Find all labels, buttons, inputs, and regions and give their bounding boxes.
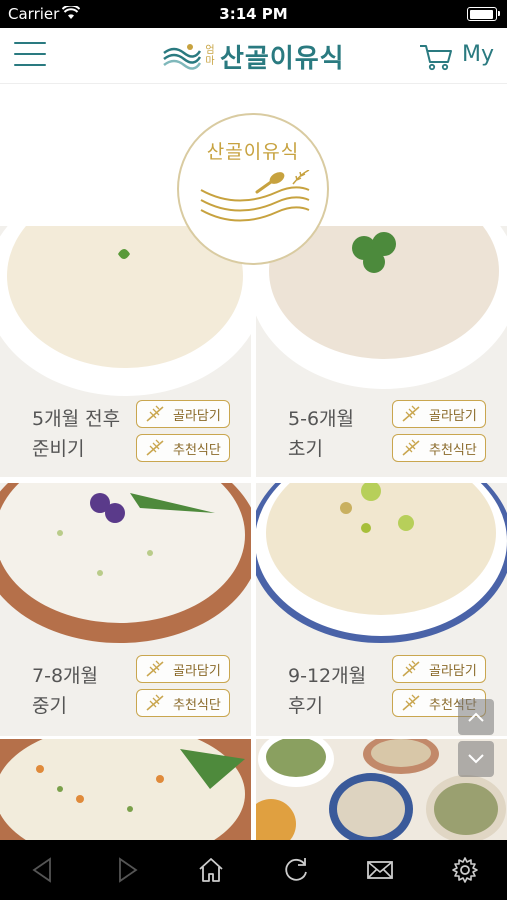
stage-card-middle[interactable]: 7-8개월 중기 골라담기 추천식단: [0, 483, 251, 736]
refresh-icon[interactable]: [281, 855, 311, 885]
recommended-menu-button[interactable]: 추천식단: [392, 434, 486, 462]
back-arrow-icon[interactable]: [28, 855, 58, 885]
pick-items-button[interactable]: 골라담기: [136, 400, 230, 428]
settings-icon[interactable]: [450, 855, 480, 885]
pick-items-button[interactable]: 골라담기: [392, 400, 486, 428]
brand-small-text: 엄마: [205, 45, 215, 67]
recommended-menu-button[interactable]: 추천식단: [136, 434, 230, 462]
age-label: 7-8개월: [32, 665, 98, 687]
mail-icon[interactable]: [365, 855, 395, 885]
age-label: 5-6개월: [288, 408, 354, 430]
rice-dish-photo: [0, 739, 251, 840]
home-icon[interactable]: [196, 855, 226, 885]
scroll-up-button[interactable]: [458, 699, 494, 735]
forward-arrow-icon[interactable]: [112, 855, 142, 885]
wheat-icon: [146, 439, 164, 456]
my-page-button[interactable]: My: [462, 42, 494, 67]
chevron-up-icon: [468, 712, 484, 722]
brand-waves-icon: [163, 44, 202, 70]
pick-items-button[interactable]: 골라담기: [392, 655, 486, 683]
wheat-icon: [402, 439, 420, 456]
stage-label: 준비기: [32, 438, 85, 460]
stage-label: 초기: [288, 438, 323, 460]
wheat-icon: [402, 405, 420, 422]
bottom-toolbar: [0, 840, 507, 900]
stage-label: 후기: [288, 695, 323, 717]
age-label: 5개월 전후: [32, 408, 121, 430]
brand-name: 산골이유식: [220, 43, 345, 74]
pick-items-button[interactable]: 골라담기: [136, 655, 230, 683]
wheat-icon: [402, 660, 420, 677]
cart-icon[interactable]: [418, 42, 454, 72]
chevron-down-icon: [468, 754, 484, 764]
brand-logo[interactable]: 엄마 산골이유식: [162, 38, 345, 74]
stage-card-prep[interactable]: 5개월 전후 준비기 골라담기 추천식단: [0, 226, 251, 477]
center-logo-badge: 산골이유식: [177, 113, 329, 265]
stage-label: 중기: [32, 695, 67, 717]
scroll-down-button[interactable]: [458, 741, 494, 777]
main-content: 산골이유식 5개월 전후 준비기 골라담기 추천식단 5-6개월 초기 골라담기…: [0, 85, 507, 840]
wheat-icon: [146, 405, 164, 422]
wheat-icon: [146, 660, 164, 677]
age-label: 9-12개월: [288, 665, 367, 687]
hamburger-menu-button[interactable]: [14, 42, 46, 68]
logo-text: 산골이유식: [206, 141, 300, 163]
spoon-waves-icon: [200, 170, 310, 222]
stage-card-completion[interactable]: [0, 739, 251, 840]
wheat-icon: [402, 694, 420, 711]
battery-icon: [467, 7, 500, 21]
wheat-icon: [146, 694, 164, 711]
stage-card-early[interactable]: 5-6개월 초기 골라담기 추천식단: [256, 226, 507, 477]
clock: 3:14 PM: [219, 5, 288, 23]
status-bar: Carrier 3:14 PM: [0, 0, 507, 28]
recommended-menu-button[interactable]: 추천식단: [136, 689, 230, 717]
app-header: 엄마 산골이유식 My: [0, 28, 507, 84]
